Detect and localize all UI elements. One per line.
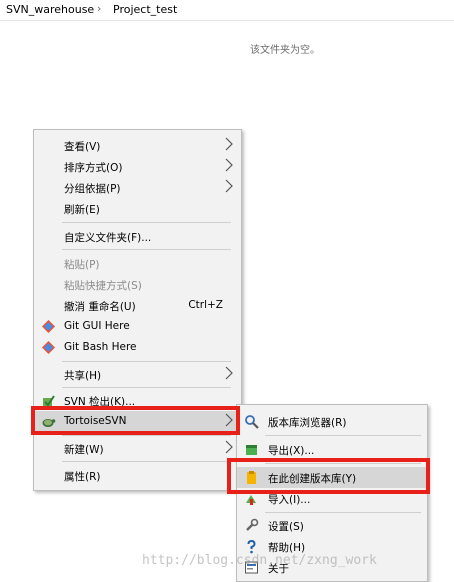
menu-item-svn-checkout[interactable]: SVN 检出(K)... [34, 390, 241, 411]
submenu-item-help[interactable]: 帮助(H) [237, 536, 427, 557]
menu-separator [265, 512, 421, 513]
submenu-item-settings[interactable]: 设置(S) [237, 515, 427, 536]
submenu-item-create-repo-here[interactable]: 在此创建版本库(Y) [237, 467, 427, 488]
submenu-item-export[interactable]: 导出(X)... [237, 439, 427, 460]
menu-separator [265, 463, 421, 464]
settings-icon [246, 518, 259, 531]
menu-item-git-gui[interactable]: Git GUI Here [34, 316, 241, 337]
create-repo-icon [247, 471, 256, 484]
chevron-right-icon [225, 137, 233, 151]
menu-item-label: 排序方式(O) [64, 162, 123, 174]
tortoisesvn-submenu: 版本库浏览器(R) 导出(X)... 在此创建版本库(Y) 导入(I)... 设… [236, 404, 428, 582]
menu-item-share[interactable]: 共享(H) [34, 364, 241, 385]
menu-item-label: 新建(W) [64, 444, 104, 456]
menu-separator [62, 249, 231, 250]
menu-item-label: 在此创建版本库(Y) [268, 473, 357, 485]
menu-item-group-by[interactable]: 分组依据(P) [34, 177, 241, 198]
about-icon [245, 561, 258, 574]
menu-item-label: 刷新(E) [64, 204, 100, 216]
submenu-item-about[interactable]: 关于 [237, 557, 427, 578]
menu-item-label: 查看(V) [64, 141, 101, 153]
menu-item-label: 属性(R) [64, 471, 101, 483]
menu-item-label: Git Bash Here [64, 341, 137, 353]
menu-separator [265, 435, 421, 436]
breadcrumb-item-project-test[interactable]: Project_test [113, 3, 177, 16]
menu-item-label: 粘贴快捷方式(S) [64, 280, 142, 292]
submenu-item-repo-browser[interactable]: 版本库浏览器(R) [237, 411, 427, 432]
svn-checkout-icon [43, 395, 55, 407]
menu-item-label: SVN 检出(K)... [64, 396, 136, 408]
menu-item-label: 帮助(H) [268, 542, 306, 554]
menu-item-undo-rename[interactable]: 撤消 重命名(U) Ctrl+Z [34, 295, 241, 316]
menu-item-properties[interactable]: 属性(R) [34, 465, 241, 486]
menu-item-shortcut: Ctrl+Z [188, 299, 223, 311]
menu-item-label: 版本库浏览器(R) [268, 417, 347, 429]
menu-separator [62, 222, 231, 223]
menu-item-git-bash[interactable]: Git Bash Here [34, 337, 241, 358]
menu-item-label: Git GUI Here [64, 320, 130, 332]
menu-item-label: 粘贴(P) [64, 259, 100, 271]
menu-item-label: 自定义文件夹(F)... [64, 232, 152, 244]
chevron-right-icon [225, 413, 233, 427]
menu-item-label: 导入(I)... [268, 494, 311, 506]
menu-item-paste-shortcut[interactable]: 粘贴快捷方式(S) [34, 274, 241, 295]
chevron-right-icon [225, 366, 233, 380]
menu-item-label: 共享(H) [64, 370, 102, 382]
menu-item-tortoisesvn[interactable]: TortoiseSVN [34, 411, 241, 432]
menu-item-view[interactable]: 查看(V) [34, 135, 241, 156]
chevron-right-icon [225, 158, 233, 172]
repo-browser-icon [245, 415, 259, 429]
menu-item-label: 关于 [268, 563, 289, 575]
menu-item-label: 分组依据(P) [64, 183, 121, 195]
help-icon [247, 539, 256, 554]
menu-item-paste[interactable]: 粘贴(P) [34, 253, 241, 274]
menu-item-label: 设置(S) [268, 521, 304, 533]
menu-item-label: TortoiseSVN [64, 415, 127, 427]
breadcrumb-separator: › [97, 2, 102, 15]
submenu-item-import[interactable]: 导入(I)... [237, 488, 427, 509]
export-icon [246, 445, 257, 455]
breadcrumb: SVN_warehouse › Project_test [0, 0, 454, 21]
menu-item-sort-by[interactable]: 排序方式(O) [34, 156, 241, 177]
chevron-right-icon [225, 440, 233, 454]
tortoise-icon [42, 419, 56, 427]
menu-item-refresh[interactable]: 刷新(E) [34, 198, 241, 219]
chevron-right-icon [225, 179, 233, 193]
menu-item-customize-folder[interactable]: 自定义文件夹(F)... [34, 226, 241, 247]
empty-folder-message: 该文件夹为空。 [250, 45, 320, 56]
menu-separator [62, 361, 231, 362]
git-icon [42, 341, 55, 354]
menu-separator [62, 461, 231, 462]
breadcrumb-item-svn-warehouse[interactable]: SVN_warehouse [6, 3, 94, 16]
context-menu: 查看(V) 排序方式(O) 分组依据(P) 刷新(E) 自定义文件夹(F)...… [33, 129, 242, 491]
menu-item-label: 撤消 重命名(U) [64, 301, 136, 313]
import-icon [246, 495, 256, 505]
menu-item-label: 导出(X)... [268, 445, 315, 457]
menu-separator [62, 387, 231, 388]
git-icon [42, 320, 55, 333]
menu-separator [62, 435, 231, 436]
menu-item-new[interactable]: 新建(W) [34, 438, 241, 459]
